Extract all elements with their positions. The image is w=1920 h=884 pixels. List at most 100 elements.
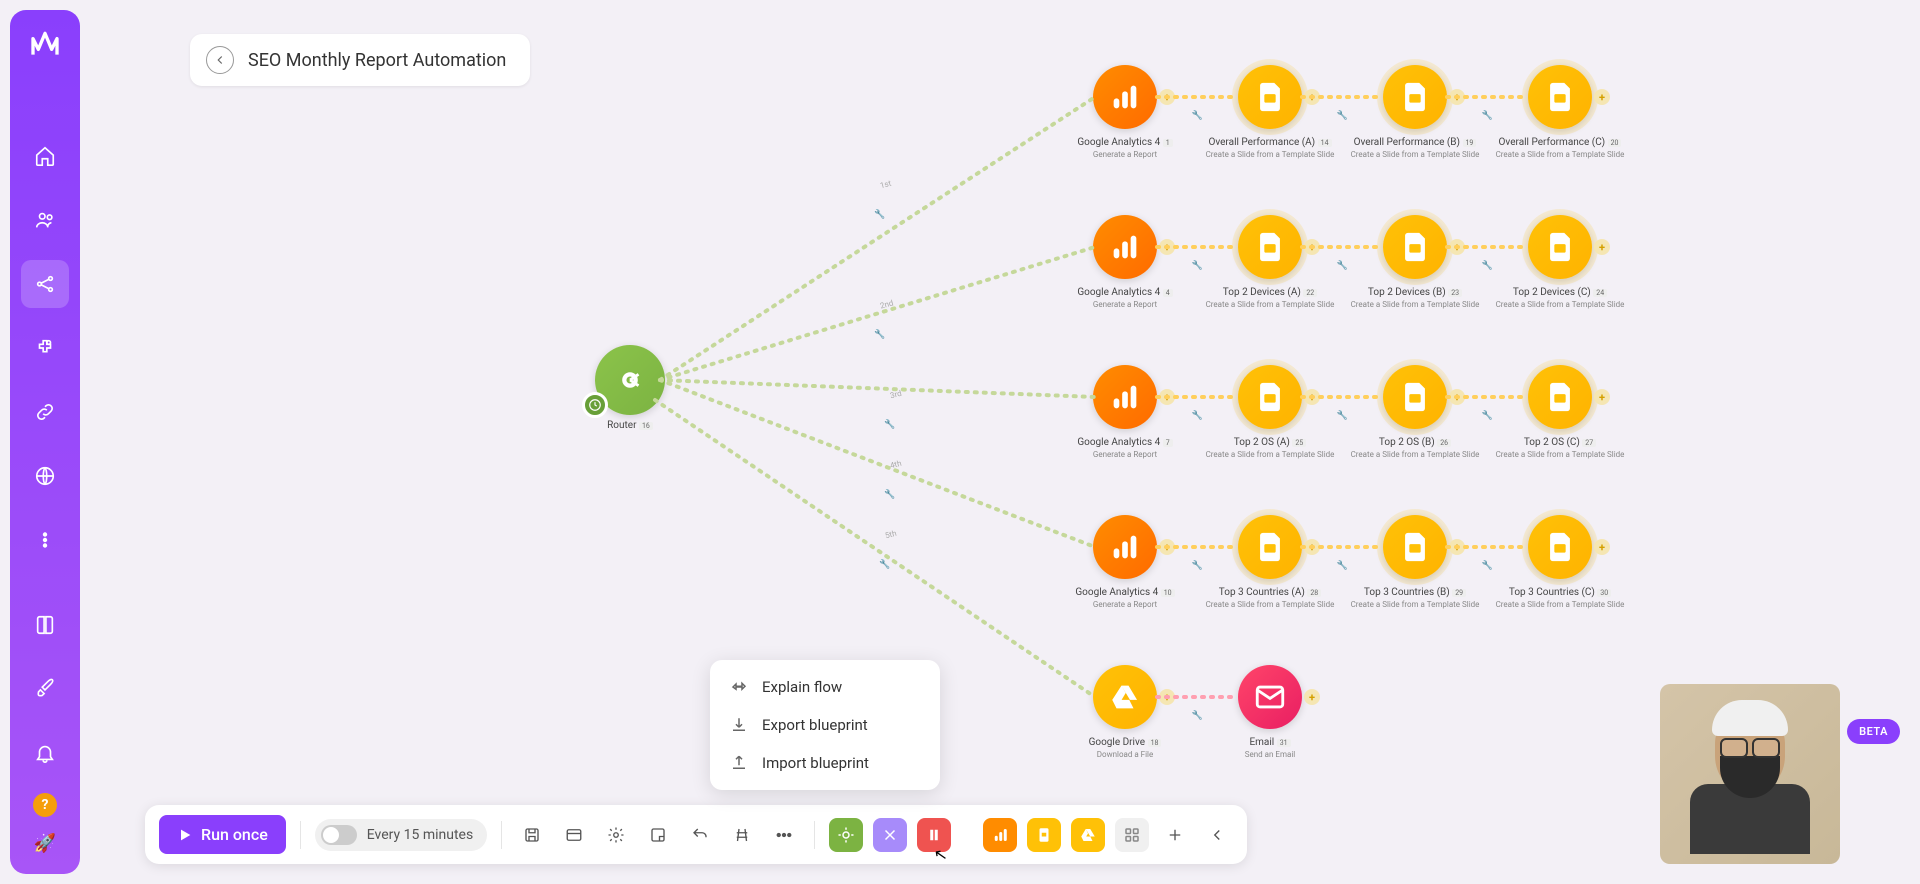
google-slides-module[interactable] [1238,515,1302,579]
add-module-button[interactable]: + [1159,89,1175,105]
add-module-button[interactable]: + [1594,389,1610,405]
google-slides-module[interactable] [1383,515,1447,579]
add-module-button[interactable]: + [1449,239,1465,255]
add-module-button[interactable]: + [1159,689,1175,705]
node-label: Top 2 Devices (A) 22Create a Slide from … [1200,287,1340,309]
app-google-slides[interactable] [1027,818,1061,852]
webcam-overlay [1660,684,1840,864]
add-module-button[interactable]: + [1159,389,1175,405]
add-module-button[interactable]: + [1304,239,1320,255]
scenario-canvas[interactable]: Router 16Google Analytics 4 1Generate a … [90,10,1910,874]
wrench-icmapper-icon[interactable]: 🔧 [879,560,890,570]
menu-item-label: Export blueprint [762,716,868,734]
menu-export-blueprint[interactable]: Export blueprint [710,706,940,744]
add-module-button[interactable]: + [1159,239,1175,255]
run-once-button[interactable]: Run once [159,815,286,854]
wrench-icmapper-icon[interactable]: 🔧 [1482,261,1493,271]
nav-launch[interactable] [21,665,69,713]
wrench-icmapper-icon[interactable]: 🔧 [1337,561,1348,571]
schedule-pill[interactable]: Every 15 minutes [315,819,487,851]
collapse-toolbar-button[interactable] [1201,819,1233,851]
google-slides-module[interactable] [1528,515,1592,579]
tool-tools[interactable] [873,818,907,852]
wrench-icmapper-icon[interactable]: 🔧 [874,210,885,220]
google-slides-module[interactable] [1383,365,1447,429]
wrench-icmapper-icon[interactable]: 🔧 [884,420,895,430]
nav-docs[interactable] [21,601,69,649]
schedule-toggle[interactable] [321,825,357,845]
more-options-button[interactable] [768,819,800,851]
nav-notifications[interactable] [21,729,69,777]
settings-button[interactable] [600,819,632,851]
wrench-icmapper-icon[interactable]: 🔧 [1337,261,1348,271]
scenario-title[interactable]: SEO Monthly Report Automation [248,50,506,71]
wrench-icmapper-icon[interactable]: 🔧 [1337,111,1348,121]
google-analytics-module[interactable] [1093,365,1157,429]
google-slides-module[interactable] [1383,215,1447,279]
add-app-button[interactable] [1159,819,1191,851]
node-label: Google Analytics 4 7Generate a Report [1055,437,1195,459]
google-slides-module[interactable] [1383,65,1447,129]
app-favorites[interactable] [1115,818,1149,852]
nav-webhooks[interactable] [21,452,69,500]
add-module-button[interactable]: + [1594,539,1610,555]
google-slides-module[interactable] [1238,365,1302,429]
wrench-icmapper-icon[interactable]: 🔧 [1192,261,1203,271]
add-module-button[interactable]: + [1449,539,1465,555]
add-module-button[interactable]: + [1449,89,1465,105]
google-slides-module[interactable] [1528,65,1592,129]
app-google-drive[interactable] [1071,818,1105,852]
nav-connections[interactable] [21,388,69,436]
add-module-button[interactable]: + [1594,89,1610,105]
google-analytics-module[interactable] [1093,215,1157,279]
wrench-icmapper-icon[interactable]: 🔧 [1482,561,1493,571]
wrench-icmapper-icon[interactable]: 🔧 [1337,411,1348,421]
app-google-analytics[interactable] [983,818,1017,852]
nav-more[interactable] [21,516,69,564]
connections [90,10,1910,874]
nav-users[interactable] [21,196,69,244]
wrench-icmapper-icon[interactable]: 🔧 [1192,711,1203,721]
nav-scenarios[interactable] [21,260,69,308]
save-button[interactable] [516,819,548,851]
add-module-button[interactable]: + [1304,89,1320,105]
auto-align-button[interactable] [726,819,758,851]
notes-button[interactable] [642,819,674,851]
google-drive-module[interactable] [1093,665,1157,729]
node-label: Top 2 Devices (B) 23Create a Slide from … [1345,287,1485,309]
logo[interactable] [27,26,63,62]
wrench-icmapper-icon[interactable]: 🔧 [1482,111,1493,121]
menu-import-blueprint[interactable]: Import blueprint [710,744,940,782]
back-button[interactable] [206,46,234,74]
add-module-button[interactable]: + [1449,389,1465,405]
add-module-button[interactable]: + [1159,539,1175,555]
google-slides-module[interactable] [1238,65,1302,129]
add-module-button[interactable]: + [1594,239,1610,255]
wrench-icmapper-icon[interactable]: 🔧 [1482,411,1493,421]
wrench-icmapper-icon[interactable]: 🔧 [874,330,885,340]
tool-router[interactable] [829,818,863,852]
node-label: Top 3 Countries (C) 30Create a Slide fro… [1490,587,1630,609]
help-icon[interactable]: ? [33,793,57,817]
route-order-label: 4th [889,459,902,471]
google-slides-module[interactable] [1528,215,1592,279]
wrench-icmapper-icon[interactable]: 🔧 [1192,411,1203,421]
add-module-button[interactable]: + [1304,689,1320,705]
wrench-icmapper-icon[interactable]: 🔧 [1192,561,1203,571]
wrench-icmapper-icon[interactable]: 🔧 [884,490,895,500]
nav-home[interactable] [21,132,69,180]
google-analytics-module[interactable] [1093,515,1157,579]
email-module[interactable] [1238,665,1302,729]
controls-button[interactable] [558,819,590,851]
menu-explain-flow[interactable]: Explain flow [710,668,940,706]
google-analytics-module[interactable] [1093,65,1157,129]
upgrade-icon[interactable]: 🚀 [34,833,56,854]
clock-icon[interactable] [582,392,608,418]
nav-apps[interactable] [21,324,69,372]
undo-button[interactable] [684,819,716,851]
google-slides-module[interactable] [1528,365,1592,429]
wrench-icmapper-icon[interactable]: 🔧 [1192,111,1203,121]
add-module-button[interactable]: + [1304,539,1320,555]
google-slides-module[interactable] [1238,215,1302,279]
add-module-button[interactable]: + [1304,389,1320,405]
